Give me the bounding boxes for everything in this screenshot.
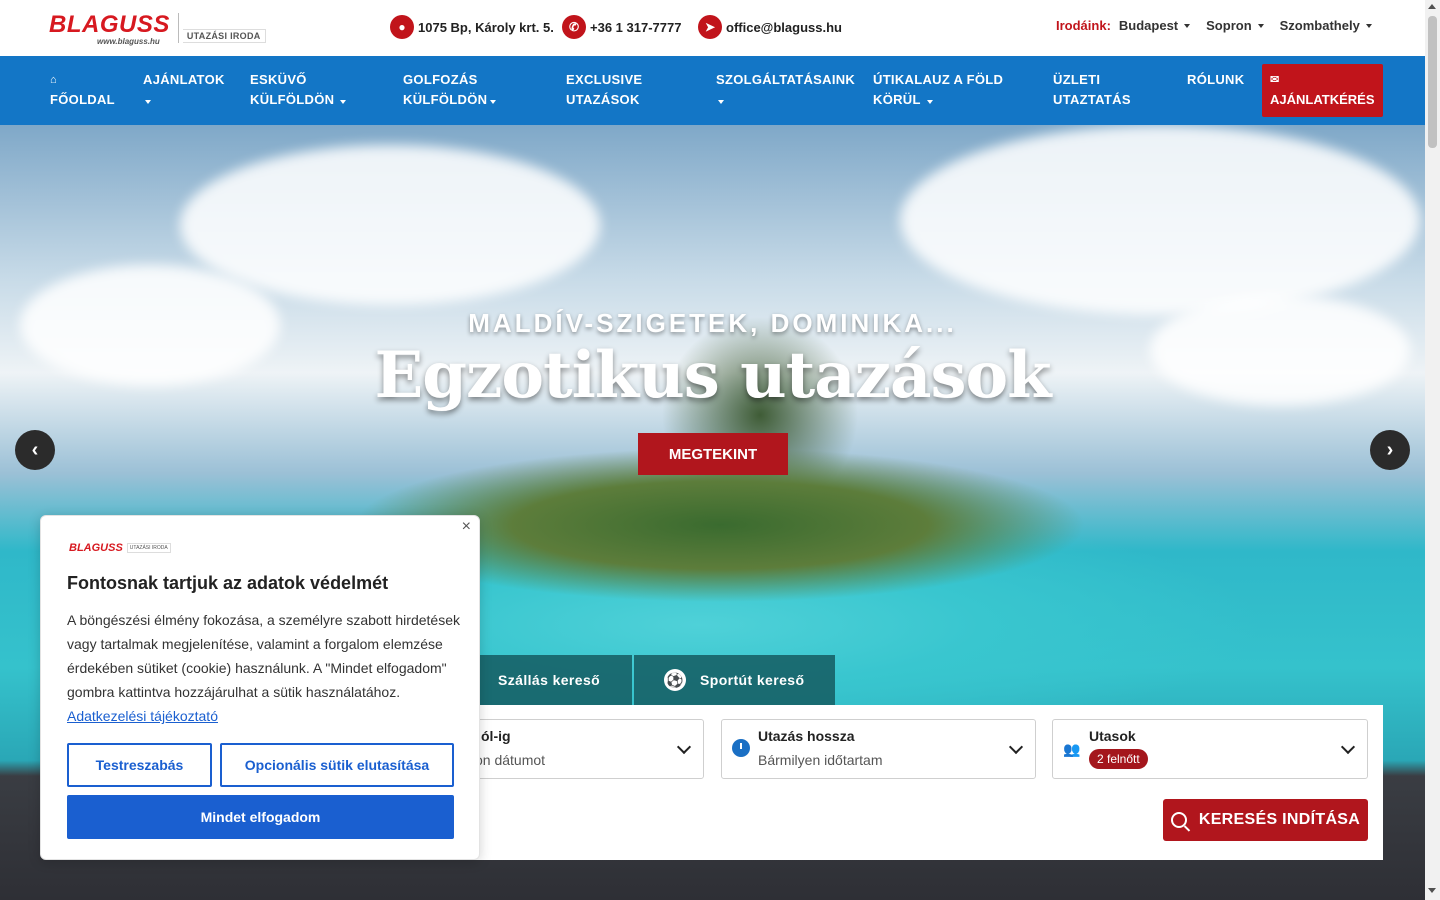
contact-phone[interactable]: ✆ +36 1 317-7777 (562, 15, 681, 39)
slider-prev-button[interactable]: ‹ (15, 430, 55, 470)
tab-lodging-search[interactable]: Szállás kereső (470, 655, 632, 705)
search-panel: ól-ig on dátumot Utazás hossza Bármilyen… (470, 705, 1383, 860)
hero-background-cloud (900, 125, 1420, 315)
search-submit-button[interactable]: KERESÉS INDÍTÁSA (1163, 799, 1368, 841)
envelope-icon: ✉ (1270, 74, 1280, 86)
office-dropdown-budapest[interactable]: Budapest (1119, 18, 1191, 33)
passengers-count-badge: 2 felnőtt (1089, 749, 1148, 769)
chevron-down-icon (676, 739, 692, 755)
cookie-customize-button[interactable]: Testreszabás (67, 743, 212, 787)
date-range-label: ól-ig (481, 728, 511, 744)
hero-view-button[interactable]: MEGTEKINT (638, 433, 788, 475)
phone-icon: ✆ (562, 15, 586, 39)
nav-item-wedding-abroad[interactable]: ESKÜVŐ KÜLFÖLDÖN (250, 70, 347, 110)
cookie-accept-all-button[interactable]: Mindet elfogadom (67, 795, 454, 839)
hero-title: Egzotikus utazások (374, 338, 1051, 413)
chevron-right-icon: › (1386, 438, 1394, 461)
offices-label: Irodáink: (1056, 18, 1111, 33)
logo-divider (177, 13, 179, 43)
map-pin-icon: ● (390, 15, 414, 39)
scrollbar-thumb[interactable] (1428, 16, 1437, 148)
logo-brand: BLAGUSS (49, 11, 170, 38)
caret-down-icon (1184, 23, 1191, 28)
blaguss-logo[interactable]: BLAGUSS www.blaguss.hu UTAZÁSI IRODA (49, 13, 266, 46)
email-text: office@blaguss.hu (726, 19, 842, 35)
cookie-title: Fontosnak tartjuk az adatok védelmét (67, 573, 389, 593)
scroll-down-arrow-icon[interactable] (1428, 888, 1436, 893)
caret-down-icon (490, 100, 497, 104)
phone-text: +36 1 317-7777 (590, 19, 682, 35)
chevron-down-icon (1008, 739, 1024, 755)
users-icon: 👥 (1063, 741, 1081, 757)
cookie-logo-subtitle: UTAZÁSI IRODA (126, 543, 171, 553)
clock-icon (732, 739, 750, 757)
passengers-label: Utasok (1089, 728, 1136, 744)
contact-email[interactable]: ➤ office@blaguss.hu (698, 15, 842, 39)
nav-item-services[interactable]: SZOLGÁLTATÁSAINK (716, 70, 855, 110)
trip-duration-value: Bármilyen időtartam (758, 752, 883, 768)
cookie-consent-dialog: × BLAGUSS UTAZÁSI IRODA Fontosnak tartju… (40, 515, 480, 860)
caret-down-icon (926, 100, 933, 104)
hero-subtitle: MALDÍV-SZIGETEK, DOMINIKA... (468, 308, 957, 338)
logo-subtitle: UTAZÁSI IRODA (182, 29, 266, 43)
nav-item-travel-guide[interactable]: ÚTIKALAUZ A FÖLD KÖRÜL (873, 70, 1003, 110)
caret-down-icon (1365, 23, 1372, 28)
main-nav: ⌂ FŐOLDAL AJÁNLATOK ESKÜVŐ KÜLFÖLDÖN GOL… (0, 56, 1425, 125)
nav-item-offers[interactable]: AJÁNLATOK (143, 70, 225, 110)
caret-down-icon (145, 100, 151, 104)
date-range-value: on dátumot (475, 752, 546, 768)
chevron-left-icon: ‹ (31, 438, 39, 461)
date-range-field[interactable]: ól-ig on dátumot (470, 719, 704, 779)
nav-item-about-us[interactable]: RÓLUNK (1187, 70, 1244, 90)
passengers-field[interactable]: 👥 Utasok 2 felnőtt (1052, 719, 1368, 779)
trip-duration-field[interactable]: Utazás hossza Bármilyen időtartam (721, 719, 1036, 779)
caret-down-icon (1257, 23, 1264, 28)
hero-background-cloud (180, 145, 600, 305)
soccer-ball-icon: ⚽ (664, 669, 686, 691)
caret-down-icon (718, 100, 724, 104)
top-header: BLAGUSS www.blaguss.hu UTAZÁSI IRODA ● 1… (0, 0, 1425, 56)
cookie-description: A böngészési élmény fokozása, a személyr… (67, 612, 460, 724)
slider-next-button[interactable]: › (1370, 430, 1410, 470)
caret-down-icon (340, 100, 347, 104)
nav-item-golf-abroad[interactable]: GOLFOZÁS KÜLFÖLDÖN (403, 70, 497, 110)
request-offer-button[interactable]: ✉ AJÁNLATKÉRÉS (1262, 64, 1383, 117)
nav-item-home[interactable]: ⌂ FŐOLDAL (50, 70, 115, 110)
cookie-logo: BLAGUSS UTAZÁSI IRODA (69, 542, 171, 554)
home-icon: ⌂ (50, 74, 57, 86)
close-icon[interactable]: × (462, 518, 471, 536)
address-text: 1075 Bp, Károly krt. 5. (418, 19, 554, 35)
offices-menu: Irodáink: Budapest Sopron Szombathely (1056, 18, 1388, 33)
nav-item-business-travel[interactable]: ÜZLETI UTAZTATÁS (1053, 70, 1131, 110)
page-scrollbar[interactable] (1425, 0, 1440, 900)
logo-url: www.blaguss.hu (97, 37, 160, 46)
trip-duration-label: Utazás hossza (758, 728, 855, 744)
chevron-down-icon (1340, 739, 1356, 755)
search-icon (1170, 812, 1187, 828)
nav-item-exclusive-travel[interactable]: EXCLUSIVE UTAZÁSOK (566, 70, 642, 110)
cookie-reject-optional-button[interactable]: Opcionális sütik elutasítása (220, 743, 454, 787)
contact-address[interactable]: ● 1075 Bp, Károly krt. 5. (390, 15, 554, 39)
office-dropdown-szombathely[interactable]: Szombathely (1280, 18, 1372, 33)
office-dropdown-sopron[interactable]: Sopron (1206, 18, 1264, 33)
tab-sport-trip-search[interactable]: ⚽ Sportút kereső (634, 655, 835, 705)
privacy-policy-link[interactable]: Adatkezelési tájékoztató (67, 708, 218, 724)
scroll-up-arrow-icon[interactable] (1428, 4, 1436, 9)
paper-plane-icon: ➤ (698, 15, 722, 39)
cookie-logo-brand: BLAGUSS (69, 542, 123, 554)
